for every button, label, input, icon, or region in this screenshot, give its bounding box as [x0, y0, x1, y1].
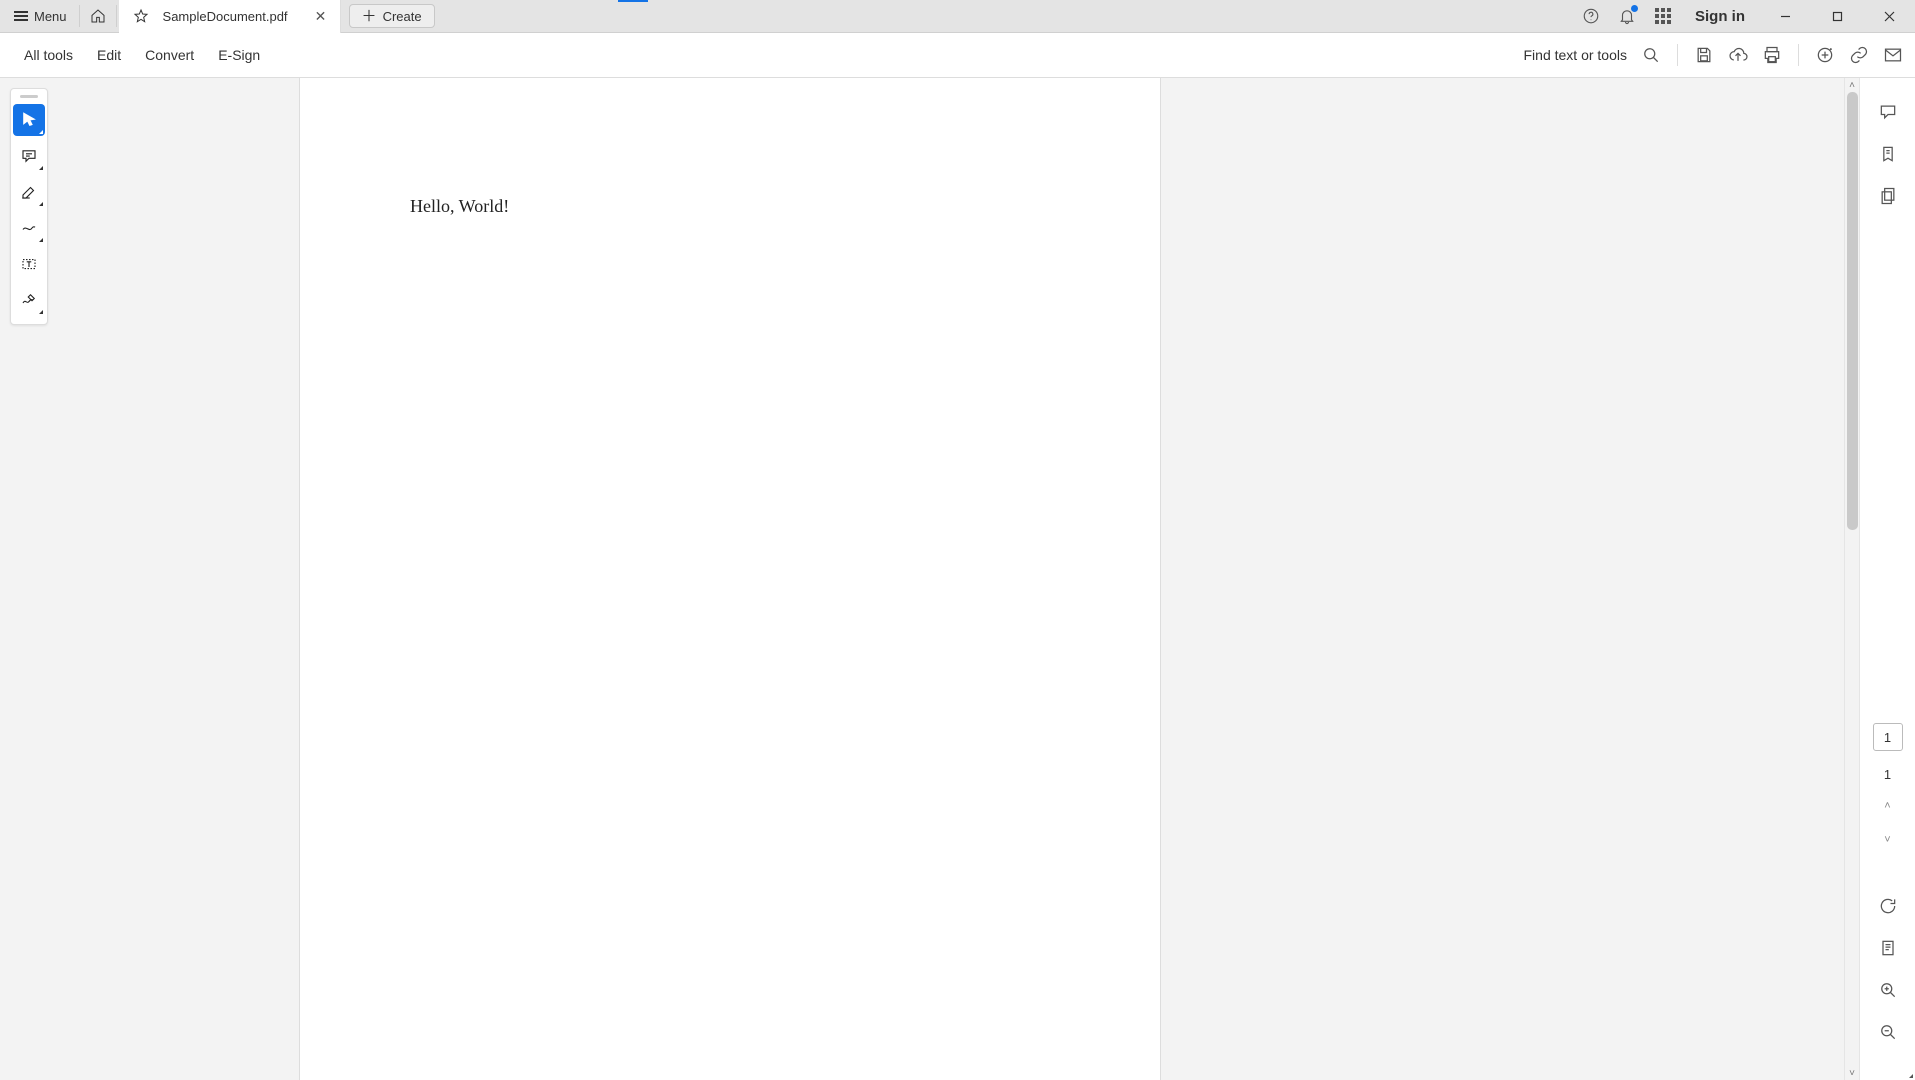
tab-all-tools[interactable]: All tools: [12, 33, 85, 77]
submenu-indicator-icon: [39, 130, 43, 134]
sign-in-button[interactable]: Sign in: [1685, 8, 1755, 25]
comments-panel-button[interactable]: [1874, 98, 1902, 126]
search-button[interactable]: [1637, 41, 1665, 69]
next-page-button[interactable]: ˅: [1880, 830, 1894, 850]
drag-handle[interactable]: [20, 95, 38, 98]
submenu-indicator-icon: [39, 238, 43, 242]
main-area: Hello, World! ˄ ˅ 1 1 ˄ ˅: [0, 78, 1915, 1080]
apps-grid-button[interactable]: [1649, 2, 1677, 30]
scroll-up-button[interactable]: ˄: [1845, 78, 1859, 92]
fill-sign-tool-button[interactable]: [13, 284, 45, 316]
submenu-indicator-icon: [39, 310, 43, 314]
create-button[interactable]: ＋ Create: [349, 4, 435, 28]
tab-edit[interactable]: Edit: [85, 33, 133, 77]
ai-assistant-button[interactable]: [1811, 41, 1839, 69]
divider: [1677, 44, 1678, 66]
bookmarks-panel-button[interactable]: [1874, 140, 1902, 168]
divider: [1798, 44, 1799, 66]
zoom-in-button[interactable]: [1874, 976, 1902, 1004]
submenu-indicator-icon: [39, 166, 43, 170]
rotate-view-button[interactable]: [1874, 892, 1902, 920]
window-close-button[interactable]: [1867, 2, 1911, 30]
submenu-indicator-icon: [1909, 1074, 1913, 1078]
document-page: Hello, World!: [300, 78, 1160, 1080]
select-tool-button[interactable]: [13, 104, 45, 136]
grid-icon: [1655, 8, 1671, 24]
hamburger-icon: [14, 11, 28, 21]
scroll-thumb[interactable]: [1847, 92, 1858, 530]
find-label[interactable]: Find text or tools: [1524, 47, 1628, 63]
menu-label: Menu: [34, 9, 67, 24]
window-maximize-button[interactable]: [1815, 2, 1859, 30]
comment-tool-button[interactable]: [13, 140, 45, 172]
tab-esign[interactable]: E-Sign: [206, 33, 272, 77]
zoom-out-button[interactable]: [1874, 1018, 1902, 1046]
star-icon[interactable]: [125, 2, 157, 30]
notification-dot-icon: [1631, 5, 1638, 12]
draw-tool-button[interactable]: [13, 212, 45, 244]
titlebar: Menu SampleDocument.pdf ✕ ＋ Create Sign …: [0, 0, 1915, 33]
document-tab[interactable]: SampleDocument.pdf ✕: [119, 0, 341, 33]
document-viewport[interactable]: Hello, World!: [0, 78, 1859, 1080]
help-button[interactable]: [1577, 2, 1605, 30]
document-text: Hello, World!: [410, 196, 1050, 217]
text-box-tool-button[interactable]: [13, 248, 45, 280]
scroll-down-button[interactable]: ˅: [1845, 1066, 1859, 1080]
toolbar: All tools Edit Convert E-Sign Find text …: [0, 33, 1915, 78]
pages-panel-button[interactable]: [1874, 182, 1902, 210]
page-total-label: 1: [1884, 767, 1891, 782]
upload-cloud-button[interactable]: [1724, 41, 1752, 69]
home-button[interactable]: [82, 2, 114, 30]
plus-icon: ＋: [362, 9, 377, 24]
quick-tools-panel: [10, 88, 48, 325]
submenu-indicator-icon: [39, 202, 43, 206]
right-rail: 1 1 ˄ ˅: [1859, 78, 1915, 1080]
tab-close-button[interactable]: ✕: [312, 7, 330, 25]
create-label: Create: [383, 9, 422, 24]
tab-title: SampleDocument.pdf: [163, 9, 288, 24]
divider: [116, 5, 117, 27]
page-number-input[interactable]: 1: [1873, 723, 1903, 751]
save-button[interactable]: [1690, 41, 1718, 69]
highlight-tool-button[interactable]: [13, 176, 45, 208]
print-button[interactable]: [1758, 41, 1786, 69]
page-display-button[interactable]: [1874, 934, 1902, 962]
menu-button[interactable]: Menu: [4, 2, 77, 30]
window-minimize-button[interactable]: [1763, 2, 1807, 30]
divider: [79, 5, 80, 27]
share-email-button[interactable]: [1879, 41, 1907, 69]
scroll-track[interactable]: [1845, 92, 1859, 1066]
prev-page-button[interactable]: ˄: [1880, 796, 1894, 816]
share-link-button[interactable]: [1845, 41, 1873, 69]
tab-convert[interactable]: Convert: [133, 33, 206, 77]
vertical-scrollbar[interactable]: ˄ ˅: [1844, 78, 1859, 1080]
notifications-button[interactable]: [1613, 2, 1641, 30]
loading-indicator: [618, 0, 648, 2]
